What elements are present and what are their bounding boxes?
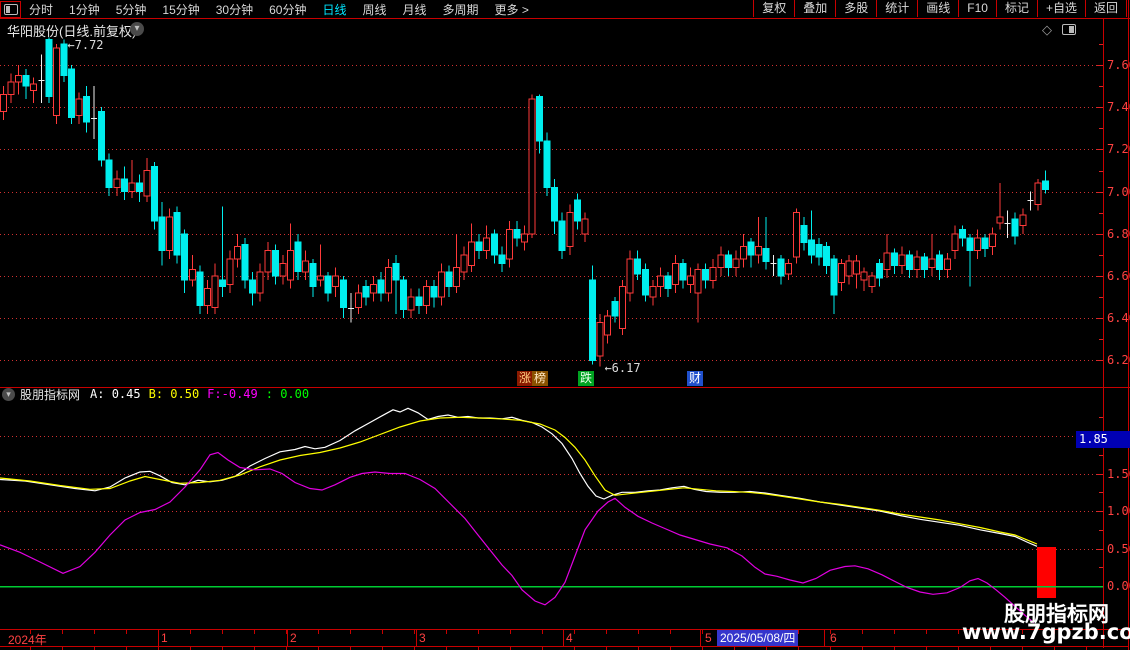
period-tab-日线[interactable]: 日线: [314, 1, 354, 18]
price-label: 7.00: [1107, 185, 1130, 199]
high-annotation: ←7.72: [67, 38, 103, 52]
chart-tab-涨[interactable]: 涨: [517, 371, 533, 386]
chart-canvas[interactable]: [0, 0, 1130, 650]
price-label: 6.60: [1107, 269, 1130, 283]
top-toolbar: 分时1分钟5分钟15分钟30分钟60分钟日线周线月线多周期 更多 > 复权叠加多…: [0, 0, 1130, 19]
period-tab-周线[interactable]: 周线: [354, 1, 394, 18]
period-tab-1分钟[interactable]: 1分钟: [61, 1, 108, 18]
toolbar-button-多股[interactable]: 多股: [835, 0, 876, 17]
indicator-value: F:-0.49: [207, 387, 258, 401]
toolbar-button-画线[interactable]: 画线: [917, 0, 958, 17]
toolbar-button-+自选[interactable]: +自选: [1037, 0, 1085, 17]
low-annotation: ←6.17: [604, 361, 640, 375]
date-label-2024年: 2024年: [8, 631, 47, 648]
chart-tab-财[interactable]: 财: [687, 371, 703, 386]
chart-tab-跌[interactable]: 跌: [578, 371, 594, 386]
chart-tab-榜[interactable]: 榜: [532, 371, 548, 386]
toolbar-right-buttons: 复权叠加多股统计画线F10标记+自选返回: [753, 0, 1127, 17]
period-tab-60分钟[interactable]: 60分钟: [261, 1, 314, 18]
more-menu-button[interactable]: 更多 >: [487, 1, 537, 18]
app-window: 分时1分钟5分钟15分钟30分钟60分钟日线周线月线多周期 更多 > 复权叠加多…: [0, 0, 1130, 650]
period-tab-5分钟[interactable]: 5分钟: [108, 1, 155, 18]
toolbar-button-复权[interactable]: 复权: [753, 0, 794, 17]
period-menu: 分时1分钟5分钟15分钟30分钟60分钟日线周线月线多周期: [21, 1, 487, 18]
indicator-axis-label: 1.00: [1107, 504, 1130, 518]
indicator-value: A: 0.45: [90, 387, 141, 401]
period-tab-月线[interactable]: 月线: [395, 1, 435, 18]
date-highlight: 2025/05/08/四: [717, 630, 798, 646]
toolbar-button-F10[interactable]: F10: [958, 0, 996, 17]
watermark-site-url: www.7gpzb.com: [962, 620, 1130, 644]
split-panel-icon: [4, 4, 18, 15]
period-tab-15分钟[interactable]: 15分钟: [154, 1, 207, 18]
toolbar-button-叠加[interactable]: 叠加: [794, 0, 835, 17]
date-label-6: 6: [830, 631, 837, 645]
price-label: 6.40: [1107, 311, 1130, 325]
period-tab-30分钟[interactable]: 30分钟: [208, 1, 261, 18]
indicator-current-value: 1.85: [1076, 431, 1130, 448]
indicator-values: A: 0.45 B: 0.50 F:-0.49 : 0.00: [90, 387, 317, 401]
toolbar-button-标记[interactable]: 标记: [996, 0, 1037, 17]
price-label: 7.20: [1107, 142, 1130, 156]
indicator-header: ▾ 股朋指标网 A: 0.45 B: 0.50 F:-0.49 : 0.00: [2, 387, 317, 401]
chevron-down-icon[interactable]: ▾: [130, 22, 144, 36]
indicator-axis-label: 0.00: [1107, 579, 1130, 593]
indicator-axis-label: 1.50: [1107, 467, 1130, 481]
indicator-value: B: 0.50: [149, 387, 200, 401]
price-label: 7.60: [1107, 58, 1130, 72]
toolbar-button-统计[interactable]: 统计: [876, 0, 917, 17]
price-label: 6.80: [1107, 227, 1130, 241]
toolbar-button-返回[interactable]: 返回: [1085, 0, 1127, 17]
split-panel-right-icon: [1062, 24, 1076, 35]
date-label-4: 4: [566, 631, 573, 645]
panel-toggle-icon[interactable]: [1062, 24, 1076, 35]
indicator-value: : 0.00: [266, 387, 309, 401]
date-label-5: 5: [705, 631, 712, 645]
date-label-2: 2: [290, 631, 297, 645]
date-label-1: 1: [161, 631, 168, 645]
indicator-axis-label: 0.50: [1107, 542, 1130, 556]
price-label: 7.40: [1107, 100, 1130, 114]
indicator-name[interactable]: 股朋指标网: [20, 386, 80, 403]
diamond-icon[interactable]: ◇: [1042, 22, 1052, 38]
layout-toggle-button[interactable]: [0, 1, 21, 18]
indicator-chevron-icon[interactable]: ▾: [2, 388, 15, 401]
date-label-3: 3: [419, 631, 426, 645]
price-label: 6.20: [1107, 353, 1130, 367]
period-tab-多周期[interactable]: 多周期: [435, 1, 487, 18]
period-tab-分时[interactable]: 分时: [21, 1, 61, 18]
